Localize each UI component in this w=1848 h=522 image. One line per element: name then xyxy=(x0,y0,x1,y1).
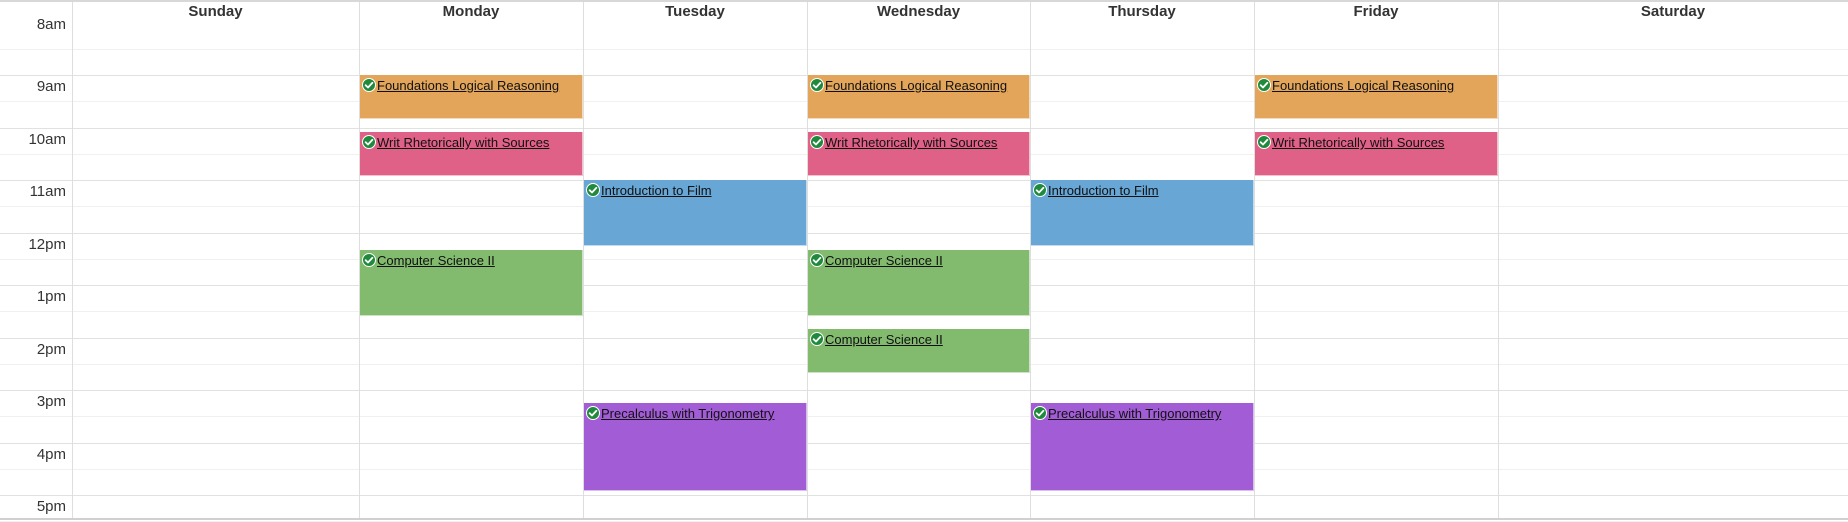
day-column-divider xyxy=(72,2,73,518)
course-event-foundations-logical-reasoning[interactable]: Foundations Logical Reasoning xyxy=(1255,75,1498,119)
day-header-sunday: Sunday xyxy=(188,3,243,20)
course-event-writ-rhetorically-with-sources[interactable]: Writ Rhetorically with Sources xyxy=(808,132,1030,176)
hour-gridline xyxy=(0,390,1848,391)
time-label: 8am xyxy=(36,16,66,33)
half-hour-gridline xyxy=(0,416,1848,417)
course-event-precalculus-with-trigonometry[interactable]: Precalculus with Trigonometry xyxy=(1031,403,1254,491)
half-hour-gridline xyxy=(0,49,1848,50)
course-event-computer-science-ii[interactable]: Computer Science II xyxy=(808,329,1030,373)
time-label: 9am xyxy=(36,78,66,95)
check-circle-icon xyxy=(362,135,376,149)
time-label: 12pm xyxy=(28,236,66,253)
weekly-calendar: Sunday Monday Tuesday Wednesday Thursday Frid… xyxy=(0,0,1848,522)
time-label: 2pm xyxy=(36,341,66,358)
course-title-link[interactable]: Foundations Logical Reasoning xyxy=(1272,78,1454,93)
course-event-introduction-to-film[interactable]: Introduction to Film xyxy=(1031,180,1254,246)
hour-gridline xyxy=(0,128,1848,129)
check-circle-icon xyxy=(1257,78,1271,92)
hour-gridline xyxy=(0,233,1848,234)
course-event-writ-rhetorically-with-sources[interactable]: Writ Rhetorically with Sources xyxy=(360,132,583,176)
course-event-computer-science-ii[interactable]: Computer Science II xyxy=(808,250,1030,316)
day-header-tuesday: Tuesday xyxy=(665,3,725,20)
half-hour-gridline xyxy=(0,469,1848,470)
time-label: 4pm xyxy=(36,446,66,463)
hour-gridline xyxy=(0,180,1848,181)
time-label: 10am xyxy=(28,131,66,148)
time-label: 3pm xyxy=(36,393,66,410)
course-event-introduction-to-film[interactable]: Introduction to Film xyxy=(584,180,807,246)
course-title-link[interactable]: Writ Rhetorically with Sources xyxy=(825,135,997,150)
hour-gridline xyxy=(0,443,1848,444)
course-title-link[interactable]: Writ Rhetorically with Sources xyxy=(377,135,549,150)
course-title-link[interactable]: Computer Science II xyxy=(377,253,495,268)
check-circle-icon xyxy=(810,78,824,92)
check-circle-icon xyxy=(810,332,824,346)
half-hour-gridline xyxy=(0,206,1848,207)
course-title-link[interactable]: Precalculus with Trigonometry xyxy=(601,406,774,421)
check-circle-icon xyxy=(810,135,824,149)
check-circle-icon xyxy=(586,406,600,420)
check-circle-icon xyxy=(362,253,376,267)
day-header-wednesday: Wednesday xyxy=(876,3,961,20)
course-title-link[interactable]: Introduction to Film xyxy=(1048,183,1159,198)
time-label: 11am xyxy=(29,183,66,200)
course-event-computer-science-ii[interactable]: Computer Science II xyxy=(360,250,583,316)
course-event-foundations-logical-reasoning[interactable]: Foundations Logical Reasoning xyxy=(360,75,583,119)
course-title-link[interactable]: Computer Science II xyxy=(825,253,943,268)
day-header-monday: Monday xyxy=(442,3,500,20)
time-label: 5pm xyxy=(36,498,66,515)
course-title-link[interactable]: Writ Rhetorically with Sources xyxy=(1272,135,1444,150)
course-title-link[interactable]: Computer Science II xyxy=(825,332,943,347)
course-event-foundations-logical-reasoning[interactable]: Foundations Logical Reasoning xyxy=(808,75,1030,119)
course-title-link[interactable]: Introduction to Film xyxy=(601,183,712,198)
day-column-divider xyxy=(1498,2,1499,518)
day-header-thursday: Thursday xyxy=(1108,3,1176,20)
course-title-link[interactable]: Precalculus with Trigonometry xyxy=(1048,406,1221,421)
course-event-writ-rhetorically-with-sources[interactable]: Writ Rhetorically with Sources xyxy=(1255,132,1498,176)
course-title-link[interactable]: Foundations Logical Reasoning xyxy=(377,78,559,93)
check-circle-icon xyxy=(810,253,824,267)
bottom-border xyxy=(0,518,1848,520)
check-circle-icon xyxy=(1033,406,1047,420)
hour-gridline xyxy=(0,495,1848,496)
check-circle-icon xyxy=(1033,183,1047,197)
check-circle-icon xyxy=(586,183,600,197)
course-event-precalculus-with-trigonometry[interactable]: Precalculus with Trigonometry xyxy=(584,403,807,491)
check-circle-icon xyxy=(1257,135,1271,149)
check-circle-icon xyxy=(362,78,376,92)
time-label: 1pm xyxy=(36,288,66,305)
course-title-link[interactable]: Foundations Logical Reasoning xyxy=(825,78,1007,93)
day-header-friday: Friday xyxy=(1353,3,1399,20)
day-header-saturday: Saturday xyxy=(1640,3,1706,20)
